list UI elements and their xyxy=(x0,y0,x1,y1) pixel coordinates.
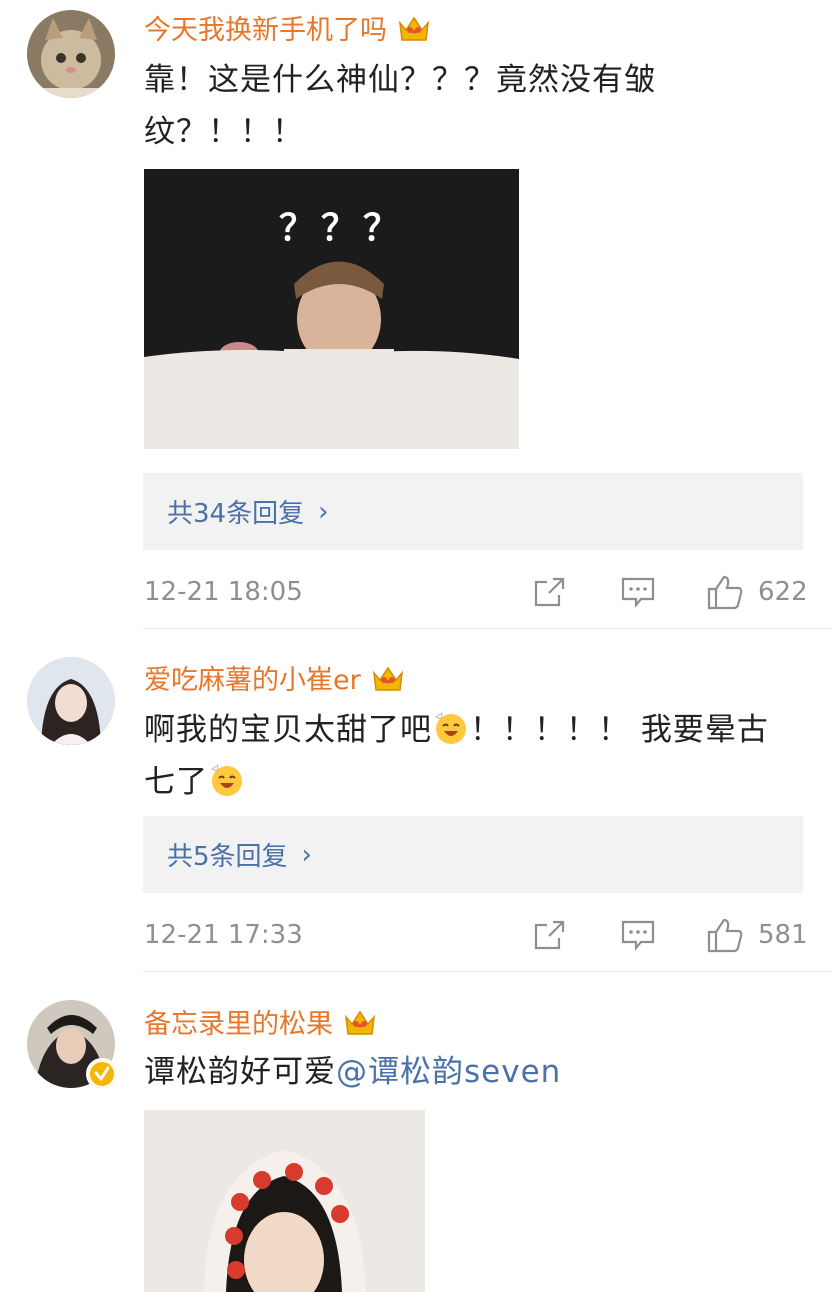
crown-badge-icon xyxy=(398,16,430,41)
avatar[interactable] xyxy=(27,10,115,98)
replies-count-label: 共34条回复 xyxy=(167,499,305,529)
view-replies-button[interactable]: 共34条回复 › xyxy=(143,473,803,550)
avatar[interactable] xyxy=(27,657,115,745)
like-icon xyxy=(707,575,743,610)
comment-item: 爱吃麻薯的小崔er 啊我的宝贝太甜了吧 ！！！！！ 我要晕古 七了 共5条回复 … xyxy=(0,630,831,972)
chevron-right-icon: › xyxy=(301,839,312,870)
share-button[interactable] xyxy=(533,919,567,951)
comment-meta: 12-21 18:05 622 xyxy=(144,572,808,612)
comment-button[interactable] xyxy=(621,576,655,608)
cheer-emoji-icon xyxy=(434,711,466,744)
comment-image[interactable] xyxy=(144,1110,425,1292)
comment-item: 今天我换新手机了吗 靠！这是什么神仙？？？竟然没有皱 纹？！！！ ？？？ 共34… xyxy=(0,0,831,630)
crown-badge-icon xyxy=(344,1010,376,1035)
comment-text: 啊我的宝贝太甜了吧 ！！！！！ 我要晕古 七了 xyxy=(144,704,814,808)
like-icon xyxy=(707,918,743,953)
comment-button[interactable] xyxy=(621,919,655,951)
comment-text: 靠！这是什么神仙？？？竟然没有皱 纹？！！！ xyxy=(144,54,814,158)
share-button[interactable] xyxy=(533,576,567,608)
text-segment: 啊我的宝贝太甜了吧 xyxy=(144,712,432,748)
comment-meta: 12-21 17:33 581 xyxy=(144,915,808,955)
like-count: 622 xyxy=(758,577,808,607)
photo-image xyxy=(144,1110,425,1292)
comment-image[interactable]: ？？？ xyxy=(144,169,519,449)
share-icon xyxy=(534,577,565,607)
chevron-right-icon: › xyxy=(318,496,329,527)
replies-count-label: 共5条回复 xyxy=(167,842,288,872)
comment-text-line: 纹？！！！ xyxy=(144,114,304,150)
comment-text-line: 七了 xyxy=(144,756,814,808)
like-count: 581 xyxy=(758,920,808,950)
username-label[interactable]: 今天我换新手机了吗 xyxy=(144,8,387,47)
divider xyxy=(143,628,831,629)
comment-icon xyxy=(621,920,655,951)
username[interactable]: 备忘录里的松果 xyxy=(144,1002,377,1041)
view-replies-button[interactable]: 共5条回复 › xyxy=(143,816,803,893)
text-segment: ！！！！！ 我要晕古 xyxy=(470,712,769,748)
text-segment: 七了 xyxy=(144,764,208,800)
verified-badge-icon xyxy=(86,1058,118,1090)
crown-badge-icon xyxy=(372,666,403,691)
comment-text-line: 啊我的宝贝太甜了吧 ！！！！！ 我要晕古 xyxy=(144,704,814,756)
comment-text-line: 靠！这是什么神仙？？？竟然没有皱 xyxy=(144,62,656,98)
username[interactable]: 爱吃麻薯的小崔er xyxy=(144,658,405,697)
timestamp: 12-21 17:33 xyxy=(144,920,303,950)
share-icon xyxy=(534,920,565,950)
username[interactable]: 今天我换新手机了吗 xyxy=(144,8,431,47)
comment-item: 备忘录里的松果 谭松韵好可爱@谭松韵seven xyxy=(0,972,831,1292)
like-button[interactable]: 581 xyxy=(706,917,808,953)
timestamp: 12-21 18:05 xyxy=(144,577,303,607)
cheer-emoji-icon xyxy=(210,763,242,796)
meme-caption: ？？？ xyxy=(279,208,406,249)
username-label[interactable]: 备忘录里的松果 xyxy=(144,1002,333,1041)
text-segment: 谭松韵好可爱 xyxy=(144,1054,336,1090)
mention-link[interactable]: @谭松韵seven xyxy=(336,1054,561,1090)
username-label[interactable]: 爱吃麻薯的小崔er xyxy=(144,658,361,697)
like-button[interactable]: 622 xyxy=(706,574,808,610)
comment-icon xyxy=(621,577,655,608)
comment-text: 谭松韵好可爱@谭松韵seven xyxy=(144,1046,814,1098)
